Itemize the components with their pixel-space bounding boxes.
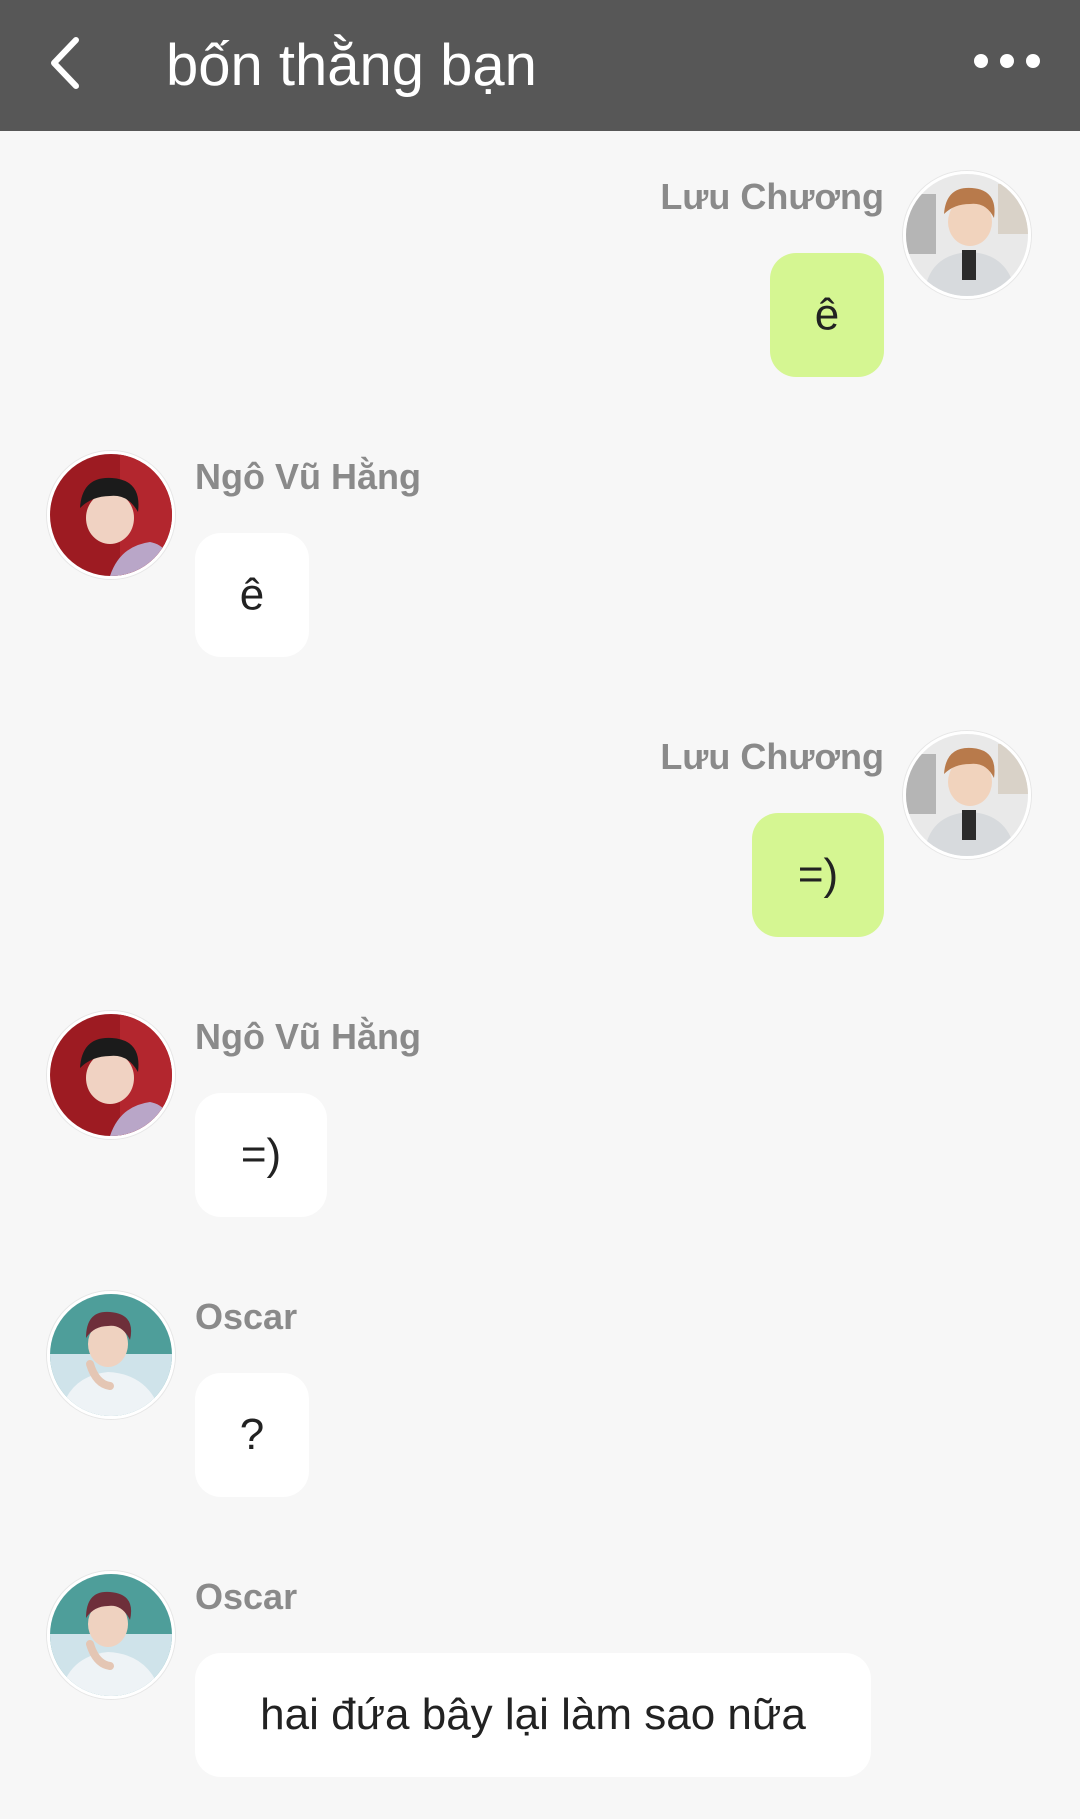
chat-header: bốn thằng bạn	[0, 0, 1080, 131]
more-options-button[interactable]	[960, 30, 1060, 90]
message-bubble[interactable]: ?	[195, 1373, 309, 1497]
avatar-ngo-vu-hang[interactable]	[47, 1011, 175, 1139]
message-bubble[interactable]: =)	[752, 813, 884, 937]
avatar-oscar[interactable]	[47, 1291, 175, 1419]
avatar-luu-chuong[interactable]	[903, 171, 1031, 299]
message-list: Lưu Chương ê Ngô Vũ Hằng ê Lưu Chương =)…	[0, 131, 1080, 1819]
sender-name: Lưu Chương	[660, 176, 884, 217]
avatar-oscar[interactable]	[47, 1571, 175, 1699]
message-bubble[interactable]: ê	[195, 533, 309, 657]
sender-name: Oscar	[195, 1576, 298, 1617]
sender-name: Ngô Vũ Hằng	[195, 1016, 421, 1057]
sender-name: Oscar	[195, 1296, 298, 1337]
chat-title: bốn thằng bạn	[166, 33, 537, 98]
message-bubble[interactable]: hai đứa bây lại làm sao nữa	[195, 1653, 871, 1777]
back-button[interactable]	[30, 18, 100, 108]
message-bubble[interactable]: ê	[770, 253, 884, 377]
chevron-left-icon	[51, 37, 79, 89]
avatar-luu-chuong[interactable]	[903, 731, 1031, 859]
sender-name: Ngô Vũ Hằng	[195, 456, 421, 497]
sender-name: Lưu Chương	[660, 736, 884, 777]
avatar-ngo-vu-hang[interactable]	[47, 451, 175, 579]
more-horizontal-icon	[974, 54, 1040, 68]
message-bubble[interactable]: =)	[195, 1093, 327, 1217]
